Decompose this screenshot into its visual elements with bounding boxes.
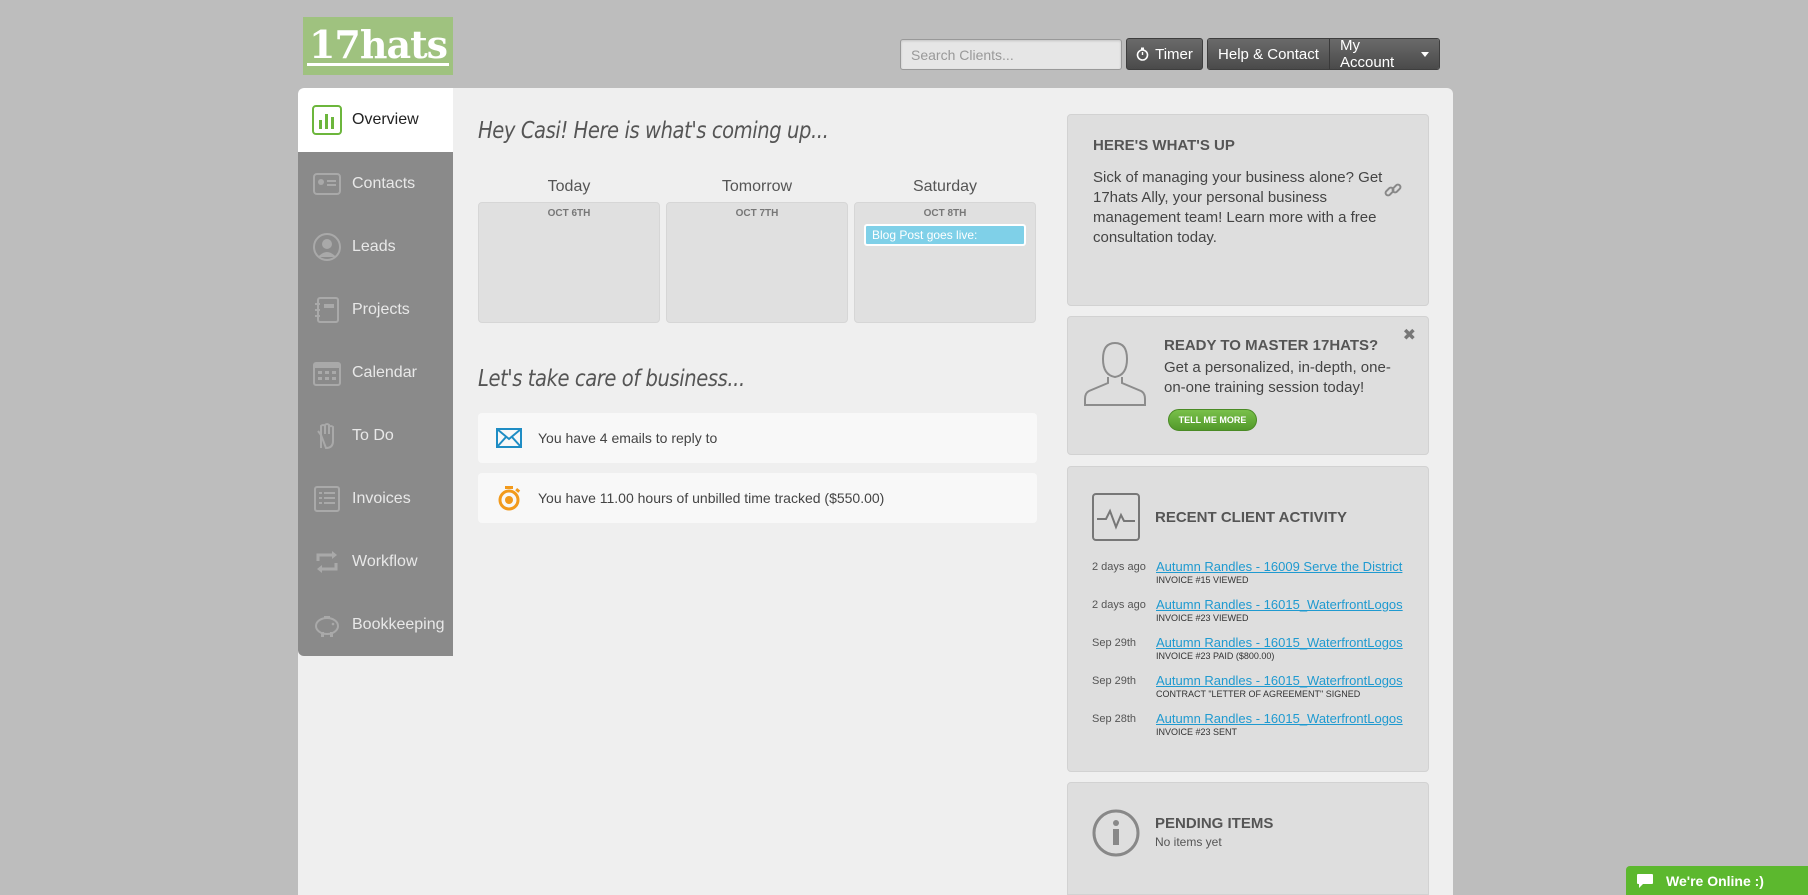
greeting-heading: Hey Casi! Here is what's coming up... bbox=[478, 118, 829, 144]
sidebar-item-workflow[interactable]: Workflow bbox=[298, 530, 453, 593]
task-text: You have 4 emails to reply to bbox=[538, 430, 718, 446]
whats-up-card: HERE'S WHAT'S UP Sick of managing your b… bbox=[1067, 114, 1429, 306]
master-title: READY TO MASTER 17HATS? bbox=[1164, 337, 1379, 354]
activity-link[interactable]: Autumn Randles - 16015_WaterfrontLogos bbox=[1156, 635, 1403, 650]
link-icon[interactable] bbox=[1384, 181, 1402, 199]
activity-detail: CONTRACT "LETTER OF AGREEMENT" SIGNED bbox=[1156, 689, 1361, 699]
whats-up-title: HERE'S WHAT'S UP bbox=[1093, 137, 1235, 154]
chat-bubble-icon bbox=[1637, 873, 1653, 888]
tell-me-more-button[interactable]: TELL ME MORE bbox=[1168, 409, 1257, 431]
activity-link[interactable]: Autumn Randles - 16009 Serve the Distric… bbox=[1156, 559, 1402, 574]
timer-button[interactable]: Timer bbox=[1126, 38, 1203, 70]
day-name: Saturday bbox=[912, 178, 978, 195]
task-emails[interactable]: You have 4 emails to reply to bbox=[478, 413, 1037, 463]
live-chat-button[interactable]: We're Online :) bbox=[1626, 866, 1808, 895]
day-column-today: Today OCT 6TH bbox=[478, 178, 660, 323]
sidebar-item-label: Projects bbox=[352, 300, 410, 318]
calendar-icon bbox=[312, 358, 342, 388]
stopwatch-icon bbox=[1136, 47, 1149, 61]
activity-date: 2 days ago bbox=[1092, 561, 1146, 573]
activity-title: RECENT CLIENT ACTIVITY bbox=[1155, 509, 1347, 526]
hand-icon bbox=[312, 421, 342, 451]
sidebar-item-label: To Do bbox=[352, 426, 394, 444]
pending-title: PENDING ITEMS bbox=[1155, 815, 1274, 832]
day-box[interactable]: OCT 7TH bbox=[666, 202, 848, 323]
sidebar-item-invoices[interactable]: Invoices bbox=[298, 467, 453, 530]
sidebar-item-label: Contacts bbox=[352, 174, 416, 192]
sidebar-item-projects[interactable]: Projects bbox=[298, 278, 453, 341]
activity-detail: INVOICE #23 SENT bbox=[1156, 727, 1238, 737]
day-box[interactable]: OCT 8TH Blog Post goes live: bbox=[854, 202, 1036, 323]
close-icon[interactable]: ✖ bbox=[1403, 325, 1416, 345]
sidebar-item-bookkeeping[interactable]: Bookkeeping bbox=[298, 593, 453, 656]
invoice-icon bbox=[312, 484, 342, 514]
sidebar-item-overview[interactable]: Overview bbox=[298, 88, 453, 152]
day-date: OCT 6TH bbox=[547, 208, 591, 219]
activity-detail: INVOICE #15 VIEWED bbox=[1156, 575, 1249, 585]
activity-date: Sep 29th bbox=[1092, 637, 1137, 649]
activity-link[interactable]: Autumn Randles - 16015_WaterfrontLogos bbox=[1156, 673, 1403, 688]
sidebar-item-leads[interactable]: Leads bbox=[298, 215, 453, 278]
activity-date: Sep 28th bbox=[1092, 713, 1137, 725]
my-account-button[interactable]: My Account bbox=[1329, 39, 1439, 69]
task-unbilled-time[interactable]: You have 11.00 hours of unbilled time tr… bbox=[478, 473, 1037, 523]
sidebar-item-label: Leads bbox=[352, 237, 396, 255]
pending-items-card: PENDING ITEMS No items yet bbox=[1067, 782, 1429, 895]
day-name: Tomorrow bbox=[721, 178, 793, 195]
activity-detail: INVOICE #23 VIEWED bbox=[1156, 613, 1249, 623]
task-text: You have 11.00 hours of unbilled time tr… bbox=[538, 490, 885, 506]
activity-link[interactable]: Autumn Randles - 16015_WaterfrontLogos bbox=[1156, 597, 1403, 612]
contacts-icon bbox=[312, 169, 342, 199]
sidebar-item-label: Workflow bbox=[352, 552, 418, 570]
person-circle-icon bbox=[312, 232, 342, 262]
caret-down-icon bbox=[1421, 51, 1429, 57]
activity-pulse-icon bbox=[1092, 493, 1140, 541]
logo[interactable]: 17hats bbox=[303, 17, 453, 75]
calendar-event[interactable]: Blog Post goes live: bbox=[864, 224, 1026, 246]
logo-text: 17hats bbox=[306, 21, 450, 67]
activity-date: Sep 29th bbox=[1092, 675, 1137, 687]
sidebar: Overview Contacts Leads Projects Calenda… bbox=[298, 88, 453, 656]
person-outline-icon bbox=[1084, 341, 1146, 406]
chat-label: We're Online :) bbox=[1666, 872, 1764, 889]
sidebar-item-todo[interactable]: To Do bbox=[298, 404, 453, 467]
activity-date: 2 days ago bbox=[1092, 599, 1146, 611]
stopwatch-icon bbox=[498, 486, 521, 511]
header-button-group: Help & Contact My Account bbox=[1207, 38, 1440, 70]
notebook-icon bbox=[312, 295, 342, 325]
whats-up-body: Sick of managing your business alone? Ge… bbox=[1093, 169, 1383, 246]
day-column-tomorrow: Tomorrow OCT 7TH bbox=[666, 178, 848, 323]
master-description: Get a personalized, in-depth, one-on-one… bbox=[1164, 359, 1391, 396]
pending-subtitle: No items yet bbox=[1155, 835, 1222, 849]
piggy-bank-icon bbox=[312, 610, 342, 640]
business-heading: Let's take care of business... bbox=[478, 366, 745, 392]
sidebar-item-label: Invoices bbox=[352, 489, 411, 507]
day-column-saturday: Saturday OCT 8TH Blog Post goes live: bbox=[854, 178, 1036, 323]
sidebar-item-label: Calendar bbox=[352, 363, 417, 381]
master-training-card: READY TO MASTER 17HATS? Get a personaliz… bbox=[1067, 316, 1429, 455]
sidebar-item-calendar[interactable]: Calendar bbox=[298, 341, 453, 404]
activity-link[interactable]: Autumn Randles - 16015_WaterfrontLogos bbox=[1156, 711, 1403, 726]
info-icon bbox=[1092, 809, 1140, 857]
sidebar-item-label: Overview bbox=[352, 111, 419, 128]
day-box[interactable]: OCT 6TH bbox=[478, 202, 660, 323]
workflow-icon bbox=[312, 547, 342, 577]
recent-activity-card: RECENT CLIENT ACTIVITY 2 days ago Autumn… bbox=[1067, 466, 1429, 772]
my-account-label: My Account bbox=[1340, 38, 1395, 70]
sidebar-item-contacts[interactable]: Contacts bbox=[298, 152, 453, 215]
timer-label: Timer bbox=[1155, 45, 1193, 63]
sidebar-item-label: Bookkeeping bbox=[352, 615, 445, 633]
day-name: Today bbox=[547, 178, 591, 195]
bar-chart-icon bbox=[312, 105, 342, 135]
envelope-icon bbox=[496, 428, 522, 448]
help-contact-button[interactable]: Help & Contact bbox=[1208, 39, 1329, 69]
day-date: OCT 8TH bbox=[923, 208, 967, 219]
day-date: OCT 7TH bbox=[735, 208, 779, 219]
search-clients-input[interactable] bbox=[900, 39, 1122, 70]
activity-detail: INVOICE #23 PAID ($800.00) bbox=[1156, 651, 1275, 661]
